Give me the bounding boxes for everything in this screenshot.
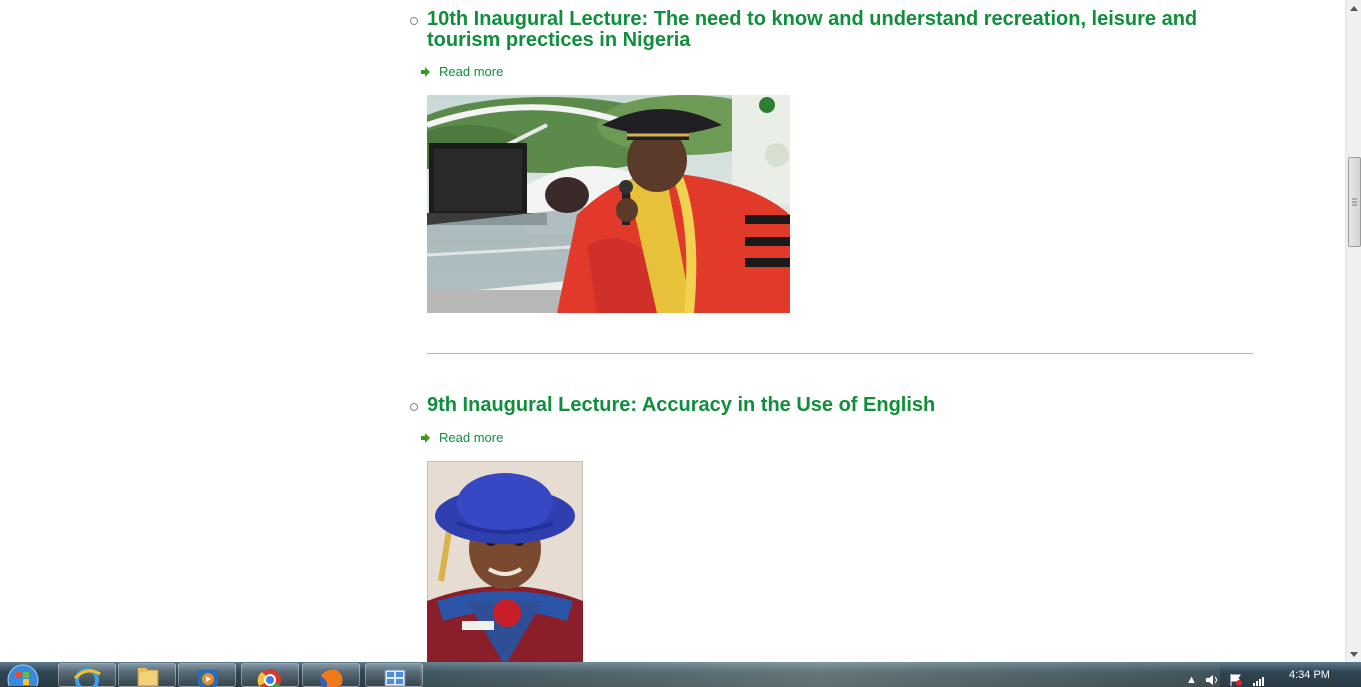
firefox-icon[interactable] <box>302 663 360 687</box>
internet-explorer-icon[interactable] <box>58 663 116 687</box>
article-title[interactable]: 9th Inaugural Lecture: Accuracy in the U… <box>427 395 1227 416</box>
vertical-scrollbar[interactable] <box>1345 0 1361 662</box>
show-hidden-icons-icon[interactable]: ▲ <box>1186 674 1197 686</box>
file-explorer-icon[interactable] <box>118 663 176 687</box>
article-title[interactable]: 10th Inaugural Lecture: The need to know… <box>427 9 1227 51</box>
media-player-icon[interactable] <box>178 663 236 687</box>
control-panel-icon[interactable] <box>365 663 423 687</box>
volume-icon[interactable] <box>1205 674 1219 686</box>
read-more-label: Read more <box>439 430 504 445</box>
list-bullet <box>410 403 418 411</box>
read-more-link[interactable]: Read more <box>420 64 503 79</box>
scroll-up-button[interactable] <box>1346 0 1361 16</box>
read-more-link[interactable]: Read more <box>420 430 503 445</box>
chrome-icon[interactable] <box>241 663 299 687</box>
chevron-down-icon <box>1350 651 1358 657</box>
arrow-right-icon <box>421 66 430 77</box>
grip-icon <box>1352 198 1357 206</box>
read-more-label: Read more <box>439 64 504 79</box>
network-signal-icon[interactable] <box>1252 675 1266 686</box>
windows-start-icon[interactable] <box>2 664 42 687</box>
taskbar-clock[interactable]: 4:34 PM <box>1289 669 1330 681</box>
article-divider <box>427 353 1253 354</box>
windows-taskbar: ▲ 4:34 PM <box>0 662 1361 687</box>
system-tray: ▲ <box>1180 662 1361 687</box>
scroll-thumb[interactable] <box>1348 157 1361 247</box>
list-bullet <box>410 17 418 25</box>
taskbar-wallpaper <box>420 662 1220 687</box>
chevron-up-icon <box>1350 5 1358 11</box>
scroll-down-button[interactable] <box>1346 646 1361 662</box>
lecturer-photo[interactable] <box>427 461 583 662</box>
lecturer-photo[interactable] <box>427 95 790 313</box>
action-center-flag-icon[interactable] <box>1229 674 1243 686</box>
arrow-right-icon <box>421 432 430 443</box>
browser-viewport: 10th Inaugural Lecture: The need to know… <box>0 0 1345 662</box>
